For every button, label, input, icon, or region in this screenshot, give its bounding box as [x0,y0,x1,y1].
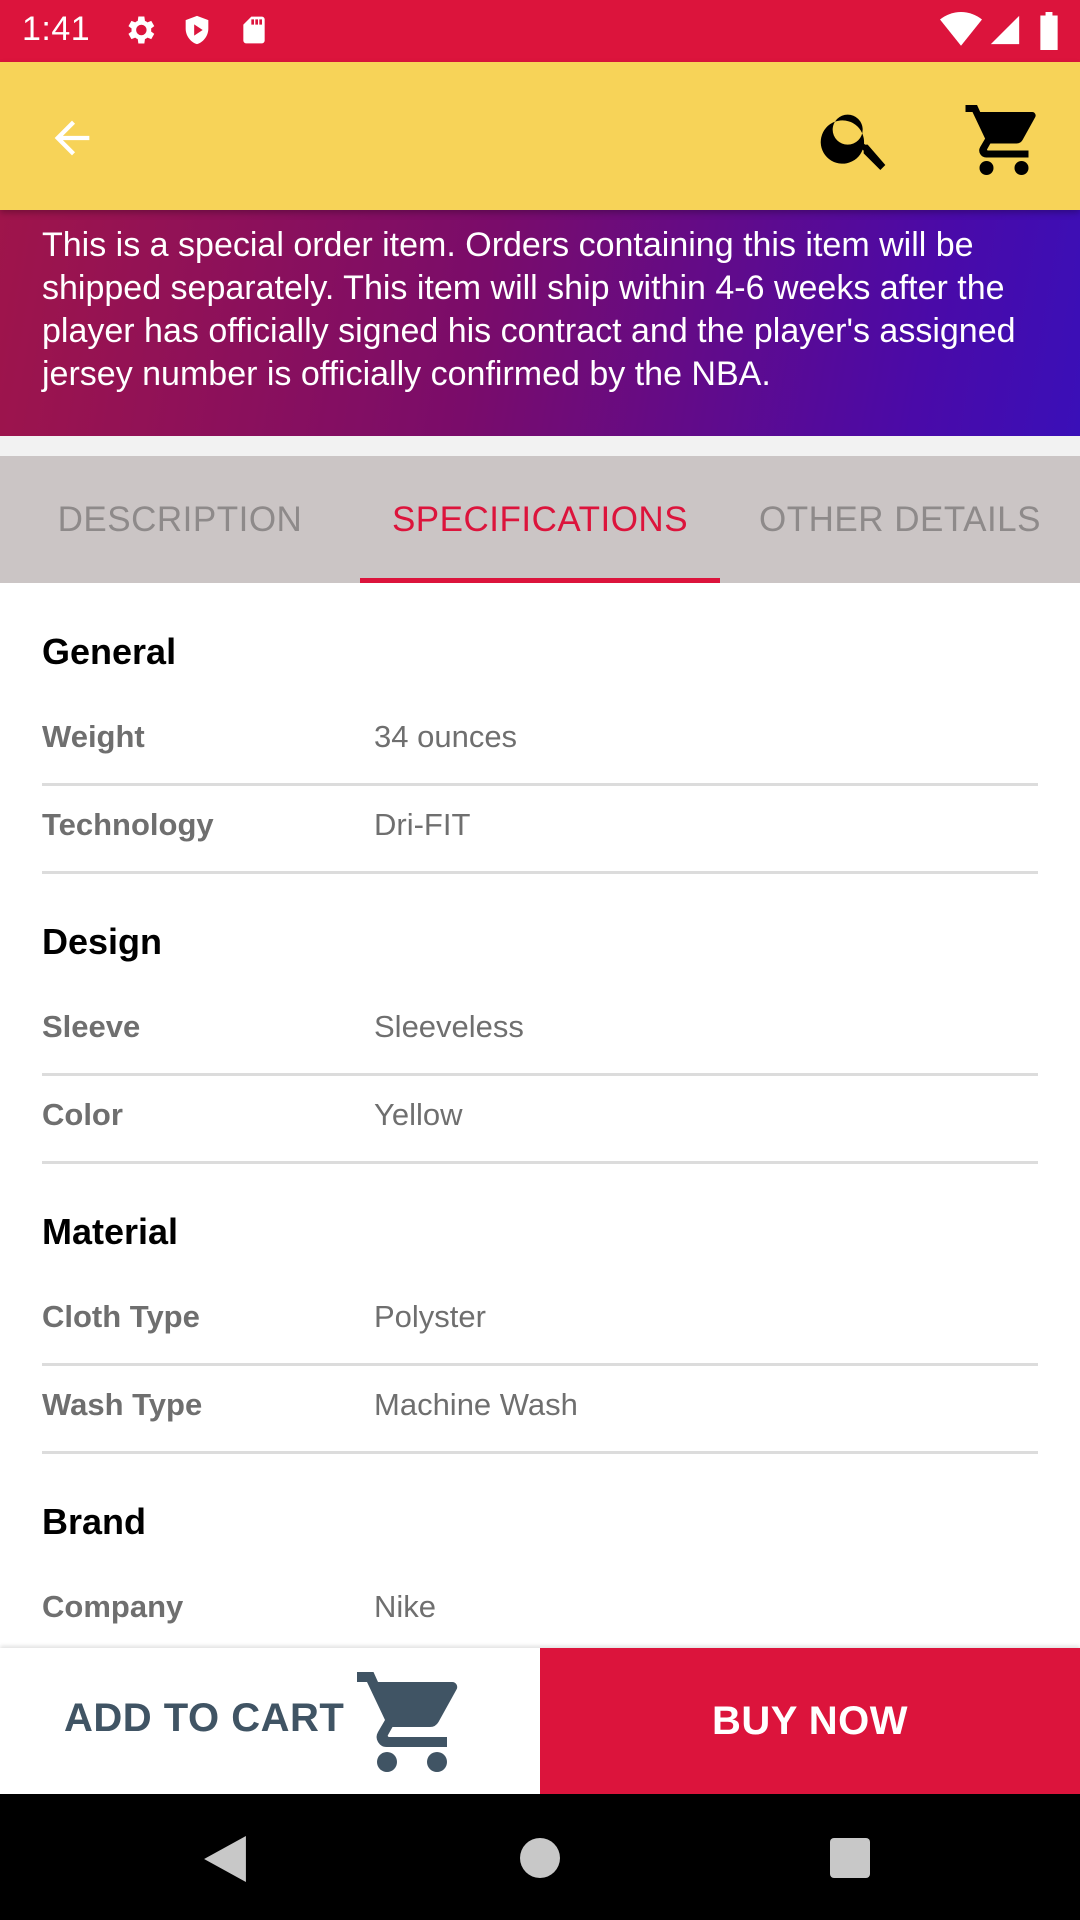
signal-icon [990,15,1020,45]
tab-specifications[interactable]: SPECIFICATIONS [360,456,720,583]
spec-value: Polyster [374,1299,486,1334]
notice-text: This is a special order item. Orders con… [42,226,1016,393]
spec-value: Nike [374,1589,437,1624]
section-title-material: Material [42,1211,179,1252]
spec-key: Cloth Type [42,1299,200,1334]
tab-bar: DESCRIPTION SPECIFICATIONS OTHER DETAILS [0,456,1080,583]
spec-row-sleeve: Sleeve Sleeveless [42,985,1038,1076]
search-icon[interactable] [816,98,896,178]
spec-row-cloth-type: Cloth Type Polyster [42,1275,1038,1366]
shield-icon [185,15,209,45]
spec-value: Dri-FIT [374,807,471,842]
action-bar: ADD TO CART BUY NOW [0,1648,1080,1794]
home-circle-icon[interactable] [520,1838,560,1878]
spec-value: Yellow [374,1097,463,1132]
spec-row-color: Color Yellow [42,1073,1038,1164]
section-title-brand: Brand [42,1501,147,1542]
gear-icon [128,16,155,44]
spec-value: Machine Wash [374,1387,578,1422]
spec-row-wash-type: Wash Type Machine Wash [42,1363,1038,1454]
wifi-icon [940,12,982,46]
status-bar: 1:41 [0,0,1080,62]
divider [0,436,1080,456]
back-arrow-icon[interactable] [46,112,98,164]
back-triangle-icon[interactable] [204,1836,246,1882]
spec-key: Technology [42,807,214,842]
spec-key: Color [42,1097,123,1132]
cart-icon [357,1672,458,1772]
status-time: 1:41 [22,10,91,48]
spec-key: Sleeve [42,1009,141,1044]
navigation-bar [0,1794,1080,1920]
add-to-cart-label: ADD TO CART [64,1696,345,1740]
section-title-general: General [42,631,177,672]
app-bar [0,62,1080,210]
spec-row-company: Company Nike [42,1565,1038,1625]
cart-icon[interactable] [962,98,1046,182]
tab-description[interactable]: DESCRIPTION [0,456,360,583]
spec-value: Sleeveless [374,1009,524,1044]
sd-card-icon [243,16,265,44]
spec-key: Wash Type [42,1387,203,1422]
section-title-design: Design [42,921,163,962]
spec-value: 34 ounces [374,719,518,754]
spec-row-technology: Technology Dri-FIT [42,783,1038,874]
battery-icon [1040,12,1058,50]
buy-now-button[interactable]: BUY NOW [540,1648,1080,1794]
spec-key: Company [42,1589,184,1624]
spec-row-weight: Weight 34 ounces [42,695,1038,786]
tab-other-details[interactable]: OTHER DETAILS [720,456,1080,583]
spec-key: Weight [42,719,145,754]
specifications-panel: General Weight 34 ounces Technology Dri-… [0,583,1080,1625]
add-to-cart-button[interactable]: ADD TO CART [0,1648,540,1794]
recents-square-icon[interactable] [830,1838,870,1878]
